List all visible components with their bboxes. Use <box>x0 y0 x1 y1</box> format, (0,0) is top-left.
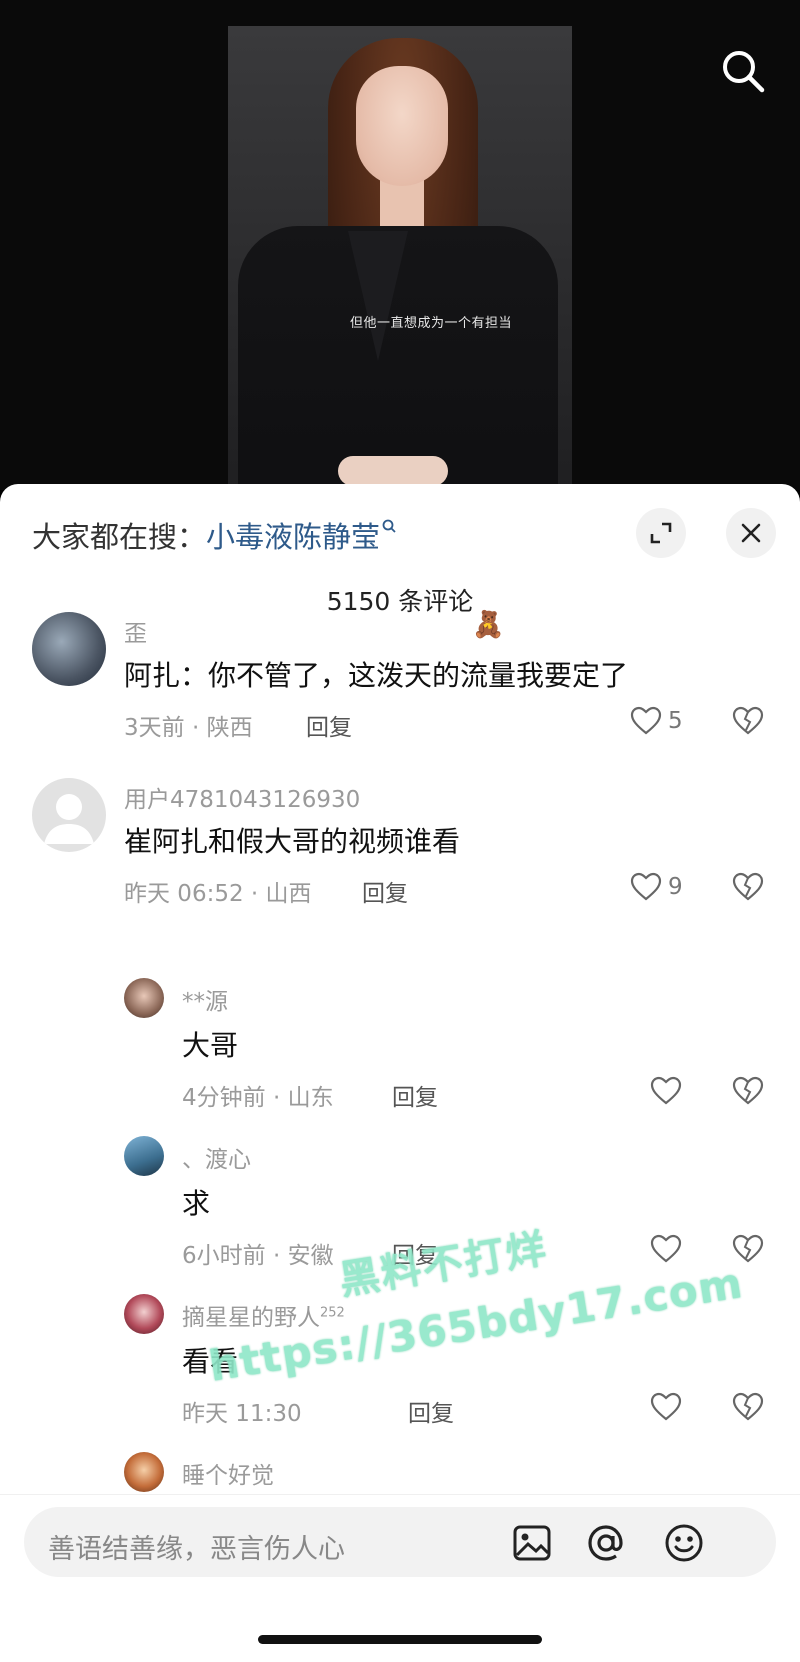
comment-text: 崔阿扎和假大哥的视频谁看 <box>124 825 461 858</box>
broken-heart-icon <box>732 706 764 735</box>
avatar[interactable] <box>124 1452 164 1492</box>
reply-button[interactable]: 回复 <box>362 874 408 908</box>
comment-input-bar: 善语结善缘，恶言伤人心 <box>0 1494 800 1662</box>
avatar[interactable] <box>32 778 106 852</box>
comment-count: 5150 条评论 <box>326 587 474 616</box>
reply-button[interactable]: 回复 <box>306 708 352 742</box>
dislike-button[interactable] <box>732 706 764 740</box>
video-person-lapel <box>348 231 408 361</box>
like-button[interactable] <box>650 1392 682 1422</box>
comment-meta: 昨天 06:52 · 山西 <box>124 881 312 907</box>
comment-input-placeholder: 善语结善缘，恶言伤人心 <box>48 1534 345 1565</box>
dislike-button[interactable] <box>732 1076 764 1110</box>
avatar[interactable] <box>124 1294 164 1334</box>
broken-heart-icon <box>732 872 764 901</box>
comments-sheet: 大家都在搜： 小毒液陈静莹 5150 条评论 歪 🧸 阿扎：你不管了，这泼天的流… <box>0 484 800 1662</box>
like-button[interactable] <box>650 1076 682 1106</box>
dislike-button[interactable] <box>732 1392 764 1426</box>
heart-icon <box>630 872 662 901</box>
comment-text: 阿扎：你不管了，这泼天的流量我要定了 <box>124 659 629 692</box>
comment-username[interactable]: 用户4781043126930 <box>124 780 360 814</box>
reply-button[interactable]: 回复 <box>408 1394 454 1428</box>
reply-username[interactable]: **源 <box>182 982 228 1016</box>
expand-icon <box>650 522 672 544</box>
reply-text: 大哥 <box>182 1029 239 1062</box>
reply-meta: 4分钟前 · 山东 <box>182 1085 334 1111</box>
heart-icon <box>630 706 662 735</box>
heart-icon <box>650 1392 682 1421</box>
reply-meta: 昨天 11:30 <box>182 1401 302 1427</box>
video-person-hands <box>338 456 448 486</box>
video-person-face <box>356 66 448 186</box>
search-icon <box>723 51 765 93</box>
comment-username[interactable]: 歪 <box>124 614 147 648</box>
close-icon <box>741 523 761 543</box>
heart-icon <box>650 1076 682 1105</box>
heart-icon <box>650 1234 682 1263</box>
avatar[interactable] <box>32 612 106 686</box>
close-button[interactable] <box>726 508 776 558</box>
like-count: 9 <box>668 874 683 900</box>
like-button[interactable] <box>650 1234 682 1264</box>
avatar[interactable] <box>124 1136 164 1176</box>
broken-heart-icon <box>732 1392 764 1421</box>
broken-heart-icon <box>732 1076 764 1105</box>
teddy-bear-icon: 🧸 <box>472 610 505 640</box>
video-player[interactable]: 但他一直想成为一个有担当 <box>0 0 800 490</box>
hot-search[interactable]: 大家都在搜： 小毒液陈静莹 <box>32 514 396 556</box>
emoji-button[interactable] <box>662 1521 706 1565</box>
image-icon <box>513 1525 551 1561</box>
default-avatar-icon <box>44 794 94 844</box>
video-subtitle: 但他一直想成为一个有担当 <box>350 316 513 331</box>
like-count: 5 <box>668 708 683 734</box>
video-frame[interactable]: 但他一直想成为一个有担当 <box>228 26 572 490</box>
at-icon <box>588 1525 623 1561</box>
mention-button[interactable] <box>584 1521 628 1565</box>
home-indicator[interactable] <box>258 1635 542 1644</box>
hot-search-keyword[interactable]: 小毒液陈静莹 <box>206 514 380 556</box>
like-button[interactable]: 5 <box>630 706 683 736</box>
avatar[interactable] <box>124 978 164 1018</box>
hot-search-prefix: 大家都在搜： <box>32 520 207 554</box>
search-button[interactable] <box>718 46 768 96</box>
small-search-icon <box>382 518 396 537</box>
dislike-button[interactable] <box>732 872 764 906</box>
expand-button[interactable] <box>636 508 686 558</box>
like-button[interactable]: 9 <box>630 872 683 902</box>
image-button[interactable] <box>510 1521 554 1565</box>
emoji-icon <box>665 1524 703 1562</box>
reply-meta: 6小时前 · 安徽 <box>182 1243 334 1269</box>
reply-text: 求 <box>182 1187 211 1220</box>
reply-username[interactable]: 睡个好觉 <box>182 1456 274 1490</box>
comment-input[interactable]: 善语结善缘，恶言伤人心 <box>24 1507 776 1577</box>
user-badge: 252 <box>320 1305 345 1321</box>
comment-meta: 3天前 · 陕西 <box>124 715 253 741</box>
reply-button[interactable]: 回复 <box>392 1078 438 1112</box>
reply-username[interactable]: 、渡心 <box>182 1140 251 1174</box>
